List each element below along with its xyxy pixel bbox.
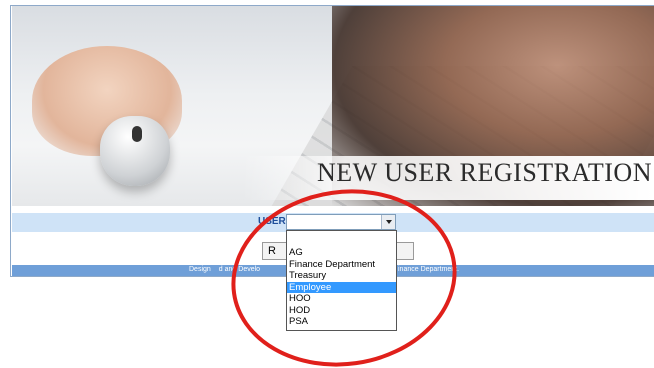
user-select[interactable] bbox=[286, 214, 396, 230]
banner-image: NEW USER REGISTRATION bbox=[12, 6, 654, 206]
option-hoo[interactable]: HOO bbox=[287, 293, 396, 305]
option-hod[interactable]: HOD bbox=[287, 305, 396, 317]
footer-credit-left: Design d and Develo bbox=[189, 266, 260, 273]
option-psa[interactable]: PSA bbox=[287, 316, 396, 328]
footer-text-2: d and Develo bbox=[218, 266, 261, 273]
page-title: NEW USER REGISTRATION bbox=[316, 158, 652, 187]
chevron-down-icon[interactable] bbox=[381, 215, 395, 229]
footer-credit-right: inance Department. bbox=[398, 266, 460, 273]
option-ag[interactable]: AG bbox=[287, 247, 396, 259]
register-button[interactable]: R bbox=[262, 242, 288, 260]
footer-text-1: Design bbox=[189, 266, 211, 273]
option-blank[interactable] bbox=[287, 231, 396, 247]
reset-button[interactable] bbox=[396, 242, 414, 260]
user-dropdown-list[interactable]: AG Finance Department Treasury Employee … bbox=[286, 230, 397, 331]
mouse-wheel-graphic bbox=[132, 126, 142, 142]
option-treasury[interactable]: Treasury bbox=[287, 270, 396, 282]
option-finance-department[interactable]: Finance Department bbox=[287, 259, 396, 271]
option-employee[interactable]: Employee bbox=[287, 281, 396, 293]
user-label: USER bbox=[258, 216, 286, 227]
